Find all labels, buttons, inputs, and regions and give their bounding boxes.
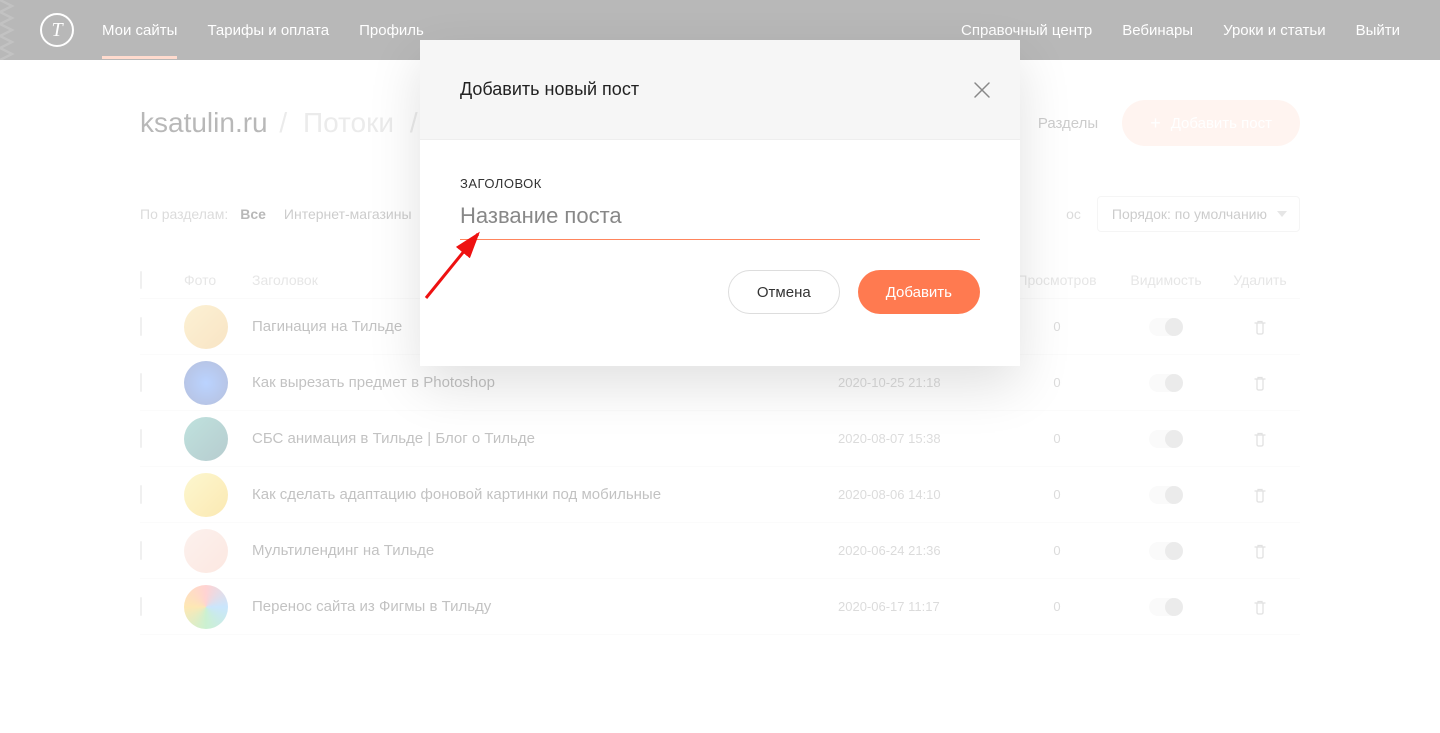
submit-button[interactable]: Добавить xyxy=(858,270,980,314)
field-label-title: ЗАГОЛОВОК xyxy=(460,176,980,191)
close-icon[interactable] xyxy=(972,80,992,100)
cancel-button[interactable]: Отмена xyxy=(728,270,840,314)
modal-overlay[interactable]: Добавить новый пост ЗАГОЛОВОК Отмена Доб… xyxy=(0,0,1440,733)
add-post-modal: Добавить новый пост ЗАГОЛОВОК Отмена Доб… xyxy=(420,40,1020,366)
post-title-input[interactable] xyxy=(460,197,980,240)
modal-title: Добавить новый пост xyxy=(460,79,639,100)
